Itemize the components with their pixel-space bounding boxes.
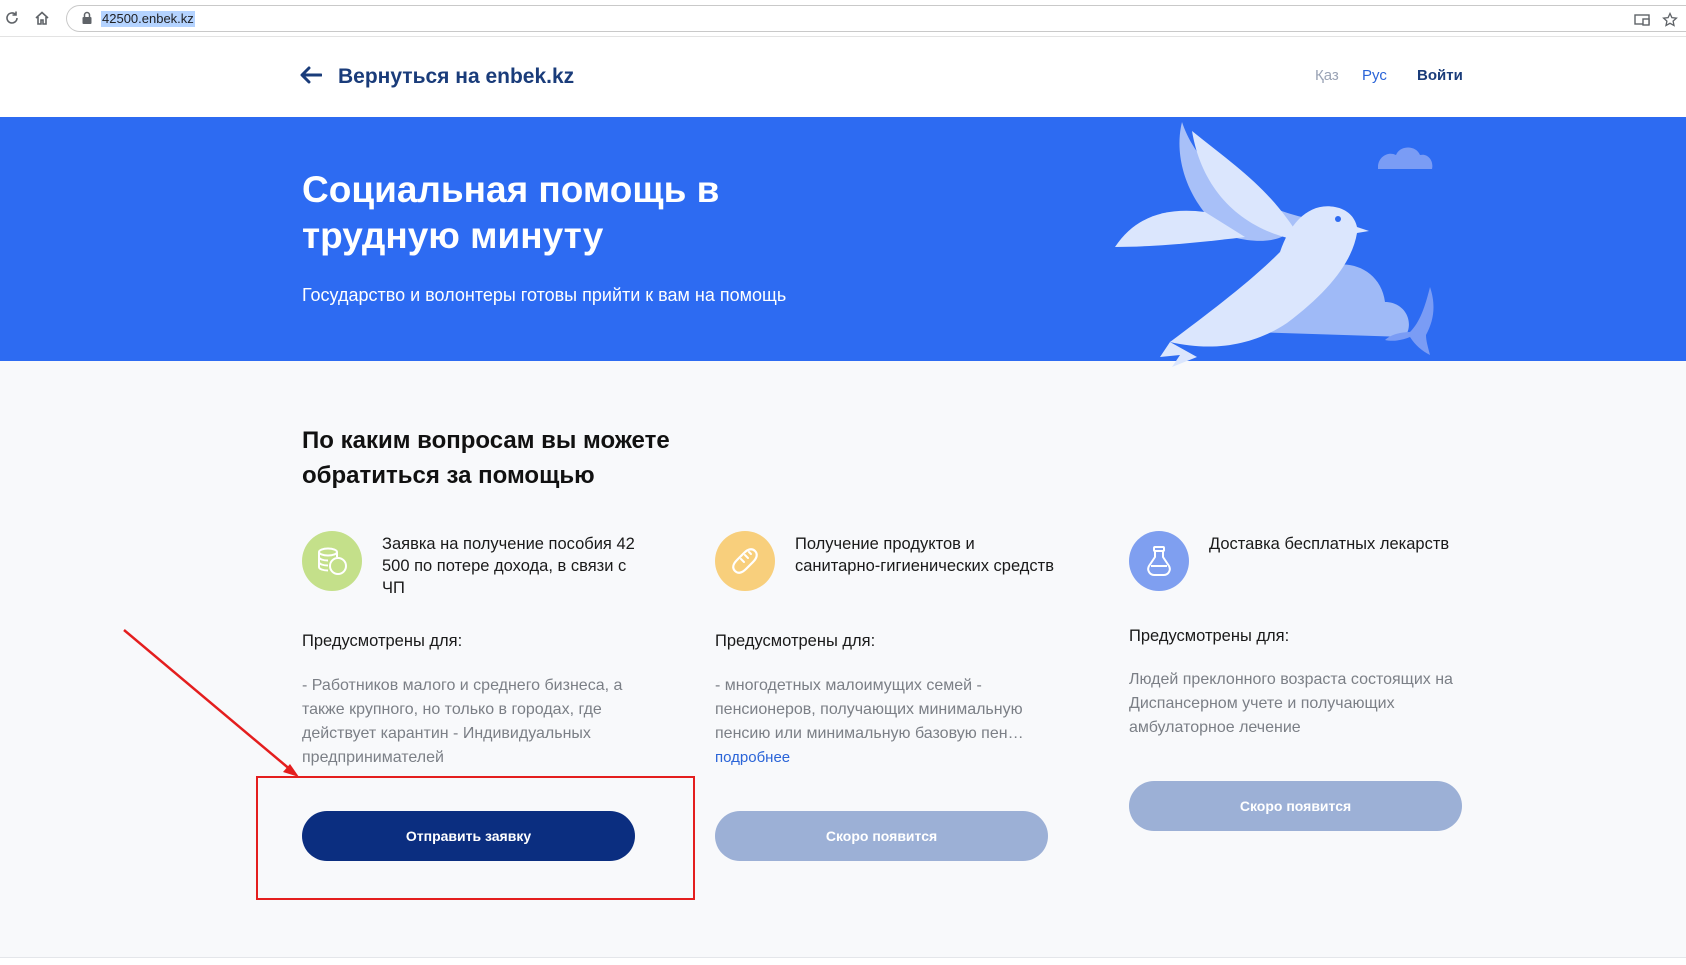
annotation-highlight-box xyxy=(256,776,695,900)
card-for-label: Предусмотрены для: xyxy=(302,632,463,650)
card-description-text: - многодетных малоимущих семей - пенсион… xyxy=(715,677,1024,742)
site-header: Вернуться на enbek.kz Қаз Рус Войти xyxy=(0,37,1686,117)
dove-illustration xyxy=(1115,122,1434,367)
bread-icon xyxy=(715,531,775,591)
more-link[interactable]: подробнее xyxy=(715,749,790,766)
card-for-label: Предусмотрены для: xyxy=(715,632,876,650)
url-text[interactable]: 42500.enbek.kz xyxy=(101,11,195,27)
hero-subtitle: Государство и волонтеры готовы прийти к … xyxy=(302,285,787,305)
help-card-medicine: Доставка бесплатных лекарств xyxy=(1129,531,1469,591)
login-button[interactable]: Войти xyxy=(1417,67,1463,84)
back-to-enbek-link[interactable]: Вернуться на enbek.kz xyxy=(300,65,574,89)
address-bar[interactable]: 42500.enbek.kz xyxy=(66,5,1686,32)
home-icon[interactable] xyxy=(32,8,52,28)
reload-icon[interactable] xyxy=(2,8,22,28)
lock-icon[interactable] xyxy=(81,11,95,25)
help-card-benefit: Заявка на получение пособия 42 500 по по… xyxy=(302,531,642,599)
lang-rus-button[interactable]: Рус xyxy=(1362,67,1387,84)
back-link-label: Вернуться на enbek.kz xyxy=(338,65,575,88)
dove-tail-shape xyxy=(1160,342,1197,367)
card-title: Получение продуктов и санитарно-гигиенич… xyxy=(795,535,1054,575)
hero-title: Социальная помощь в трудную минуту xyxy=(302,169,720,256)
help-card-food: Получение продуктов и санитарно-гигиенич… xyxy=(715,531,1055,591)
page-divider xyxy=(0,957,1686,958)
coming-soon-button[interactable]: Скоро появится xyxy=(1129,781,1462,831)
card-description: Людей преклонного возраста состоящих на … xyxy=(1129,671,1453,736)
arrow-left-icon xyxy=(300,66,323,89)
section-title: По каким вопросам вы можете обратиться з… xyxy=(302,427,670,489)
cast-icon[interactable] xyxy=(1633,11,1651,29)
card-title: Доставка бесплатных лекарств xyxy=(1209,535,1450,553)
bookmark-star-icon[interactable] xyxy=(1661,11,1679,29)
dove-eye-shape xyxy=(1335,216,1341,222)
coming-soon-button[interactable]: Скоро появится xyxy=(715,811,1048,861)
browser-toolbar: 42500.enbek.kz xyxy=(0,0,1686,37)
coins-icon xyxy=(302,531,362,591)
card-description: - многодетных малоимущих семей - пенсион… xyxy=(715,674,1055,770)
medicine-flask-icon xyxy=(1129,531,1189,591)
card-for-label: Предусмотрены для: xyxy=(1129,627,1290,645)
lang-kaz-button[interactable]: Қаз xyxy=(1315,67,1339,84)
help-section: По каким вопросам вы можете обратиться з… xyxy=(0,361,1686,957)
card-title: Заявка на получение пособия 42 500 по по… xyxy=(382,535,635,597)
cloud-shape xyxy=(1378,147,1433,169)
card-description: - Работников малого и среднего бизнеса, … xyxy=(302,677,623,766)
